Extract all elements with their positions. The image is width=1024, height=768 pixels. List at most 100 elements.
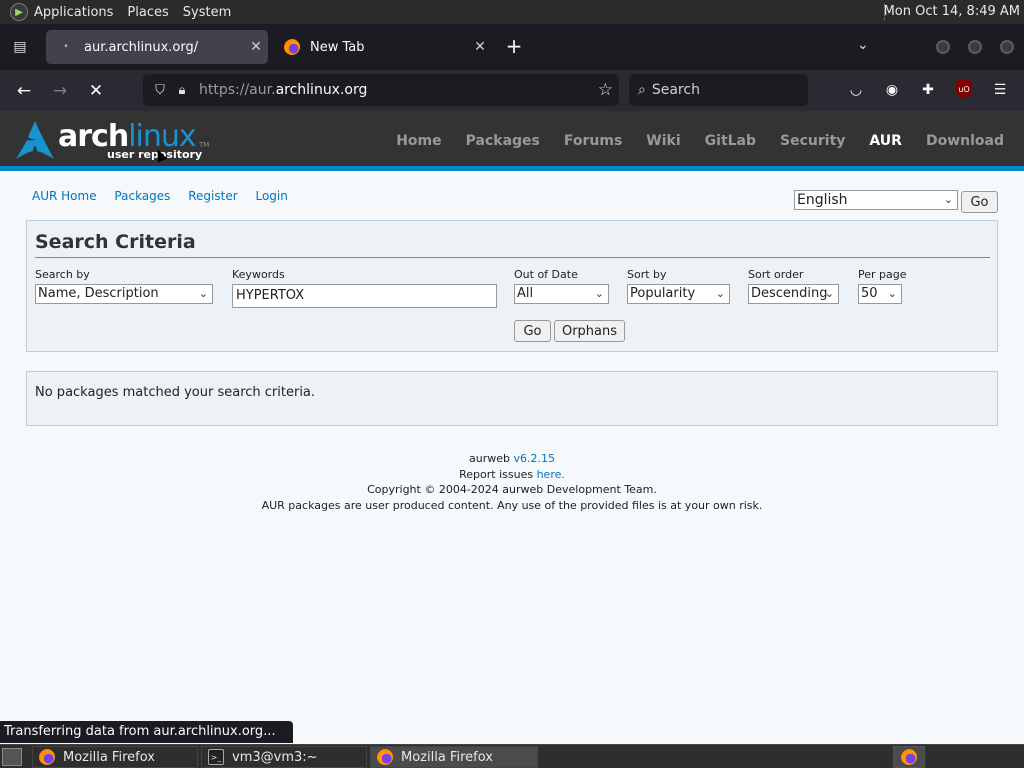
hamburger-menu-icon[interactable]: ☰	[990, 80, 1010, 100]
taskbar-item-terminal[interactable]: >_ vm3@vm3:~	[201, 746, 367, 768]
archlinux-nav: Home Packages Forums Wiki GitLab Securit…	[372, 111, 1004, 171]
sort-order-value: Descending	[751, 286, 828, 301]
list-all-tabs-chevron-icon[interactable]: ⌄	[857, 37, 869, 53]
window-maximize-button[interactable]	[968, 40, 982, 54]
out-of-date-label: Out of Date	[514, 268, 578, 281]
menu-applications[interactable]: Applications	[34, 5, 113, 20]
forward-arrow-icon[interactable]: →	[48, 79, 72, 103]
nav-security[interactable]: Security	[780, 133, 845, 149]
taskbar-item-firefox[interactable]: Mozilla Firefox	[32, 746, 198, 768]
desktop-top-panel: ▶ Applications Places System Mon Oct 14,…	[0, 0, 1024, 24]
search-go-button[interactable]: Go	[514, 320, 551, 342]
keywords-input[interactable]: HYPERTOX	[232, 284, 497, 308]
nav-home[interactable]: Home	[396, 133, 441, 149]
show-desktop-icon[interactable]	[2, 748, 22, 766]
menu-places[interactable]: Places	[127, 5, 168, 20]
out-of-date-value: All	[517, 286, 534, 301]
link-login[interactable]: Login	[255, 189, 287, 203]
search-criteria-panel: Search Criteria Search by Name, Descript…	[26, 220, 998, 352]
chevron-down-icon: ⌄	[824, 287, 834, 300]
language-select[interactable]: English ⌄	[794, 190, 958, 210]
url-bar[interactable]: ⛉ 🔒︎ https://aur.archlinux.org ☆	[143, 74, 619, 106]
tab-list-icon[interactable]: ▤	[9, 36, 31, 58]
clock[interactable]: Mon Oct 14, 8:49 AM	[884, 4, 1020, 19]
close-tab-icon[interactable]: ✕	[244, 39, 268, 55]
stop-loading-icon[interactable]: ✕	[84, 79, 108, 103]
tray-firefox-icon[interactable]	[893, 746, 925, 768]
account-icon[interactable]: ◉	[882, 80, 902, 100]
tab-title: aur.archlinux.org/	[84, 39, 199, 55]
loading-favicon-icon: •	[63, 42, 69, 52]
firefox-favicon-icon	[284, 39, 300, 55]
search-icon: ⌕	[638, 82, 646, 98]
tab-strip: ▤ • aur.archlinux.org/ ✕ New Tab ✕ + ⌄	[0, 24, 1024, 70]
footer-report-text: Report issues	[459, 467, 537, 481]
version-link[interactable]: v6.2.15	[513, 452, 555, 465]
sort-order-label: Sort order	[748, 268, 804, 281]
search-by-select[interactable]: Name, Description ⌄	[35, 284, 213, 304]
navigation-toolbar: ← → ✕ ⛉ 🔒︎ https://aur.archlinux.org ☆ ⌕…	[0, 70, 1024, 111]
shield-icon[interactable]: ⛉	[149, 83, 171, 98]
bookmark-star-icon[interactable]: ☆	[598, 80, 613, 100]
per-page-label: Per page	[858, 268, 907, 281]
link-aur-home[interactable]: AUR Home	[32, 189, 97, 203]
link-register[interactable]: Register	[188, 189, 237, 203]
keywords-label: Keywords	[232, 268, 285, 281]
ublock-origin-icon[interactable]: uO	[956, 80, 972, 98]
tab-new-tab[interactable]: New Tab ✕	[272, 30, 492, 64]
search-by-label: Search by	[35, 268, 90, 281]
lock-icon[interactable]: 🔒︎	[171, 83, 193, 98]
arch-triangle-logo-icon	[16, 121, 54, 159]
extensions-puzzle-icon[interactable]: ✚	[918, 80, 938, 100]
aur-top-links: AUR Home Packages Register Login	[32, 189, 302, 203]
nav-forums[interactable]: Forums	[564, 133, 622, 149]
taskbar-item-firefox-active[interactable]: Mozilla Firefox	[370, 746, 538, 768]
firefox-icon	[901, 749, 917, 765]
search-bar[interactable]: ⌕ Search	[629, 74, 808, 106]
url-prefix: https://aur.	[199, 82, 276, 98]
archlinux-logo[interactable]: archlinux TM user repository	[16, 119, 216, 167]
sort-order-select[interactable]: Descending ⌄	[748, 284, 839, 304]
nav-gitlab[interactable]: GitLab	[705, 133, 756, 149]
orphans-button[interactable]: Orphans	[554, 320, 625, 342]
sort-by-select[interactable]: Popularity ⌄	[627, 284, 730, 304]
search-by-value: Name, Description	[38, 286, 159, 301]
taskbar-item-label: Mozilla Firefox	[401, 749, 493, 765]
tab-title: New Tab	[310, 39, 365, 55]
distro-logo-icon[interactable]: ▶	[10, 3, 28, 21]
sort-by-value: Popularity	[630, 286, 696, 301]
per-page-value: 50	[861, 286, 878, 301]
url-domain: archlinux.org	[275, 82, 368, 98]
footer-copyright: Copyright © 2004-2024 aurweb Development…	[367, 483, 657, 497]
chevron-down-icon: ⌄	[715, 287, 725, 300]
chevron-down-icon: ⌄	[594, 287, 604, 300]
nav-wiki[interactable]: Wiki	[646, 133, 680, 149]
link-packages[interactable]: Packages	[114, 189, 170, 203]
nav-aur[interactable]: AUR	[869, 133, 902, 149]
new-tab-plus-icon[interactable]: +	[503, 36, 525, 58]
window-close-button[interactable]	[1000, 40, 1014, 54]
no-results-message: No packages matched your search criteria…	[35, 385, 316, 400]
nav-download[interactable]: Download	[926, 133, 1004, 149]
out-of-date-select[interactable]: All ⌄	[514, 284, 609, 304]
language-go-button[interactable]: Go	[961, 191, 998, 213]
taskbar-item-label: Mozilla Firefox	[63, 749, 155, 765]
taskbar: Mozilla Firefox >_ vm3@vm3:~ Mozilla Fir…	[0, 744, 1024, 768]
window-minimize-button[interactable]	[936, 40, 950, 54]
chevron-down-icon: ⌄	[887, 287, 897, 300]
chevron-down-icon: ⌄	[198, 287, 208, 300]
menu-system[interactable]: System	[183, 5, 231, 20]
nav-packages[interactable]: Packages	[466, 133, 540, 149]
tab-aur[interactable]: • aur.archlinux.org/ ✕	[46, 30, 268, 64]
report-issues-link[interactable]: here.	[537, 468, 565, 481]
taskbar-item-label: vm3@vm3:~	[232, 749, 318, 765]
pocket-icon[interactable]: ◡	[846, 80, 866, 100]
results-panel: No packages matched your search criteria…	[26, 371, 998, 426]
chevron-down-icon: ⌄	[943, 193, 953, 206]
terminal-icon: >_	[208, 749, 224, 765]
firefox-icon	[39, 749, 55, 765]
back-arrow-icon[interactable]: ←	[12, 79, 36, 103]
language-value: English	[797, 192, 848, 208]
per-page-select[interactable]: 50 ⌄	[858, 284, 902, 304]
close-tab-icon[interactable]: ✕	[468, 39, 492, 55]
